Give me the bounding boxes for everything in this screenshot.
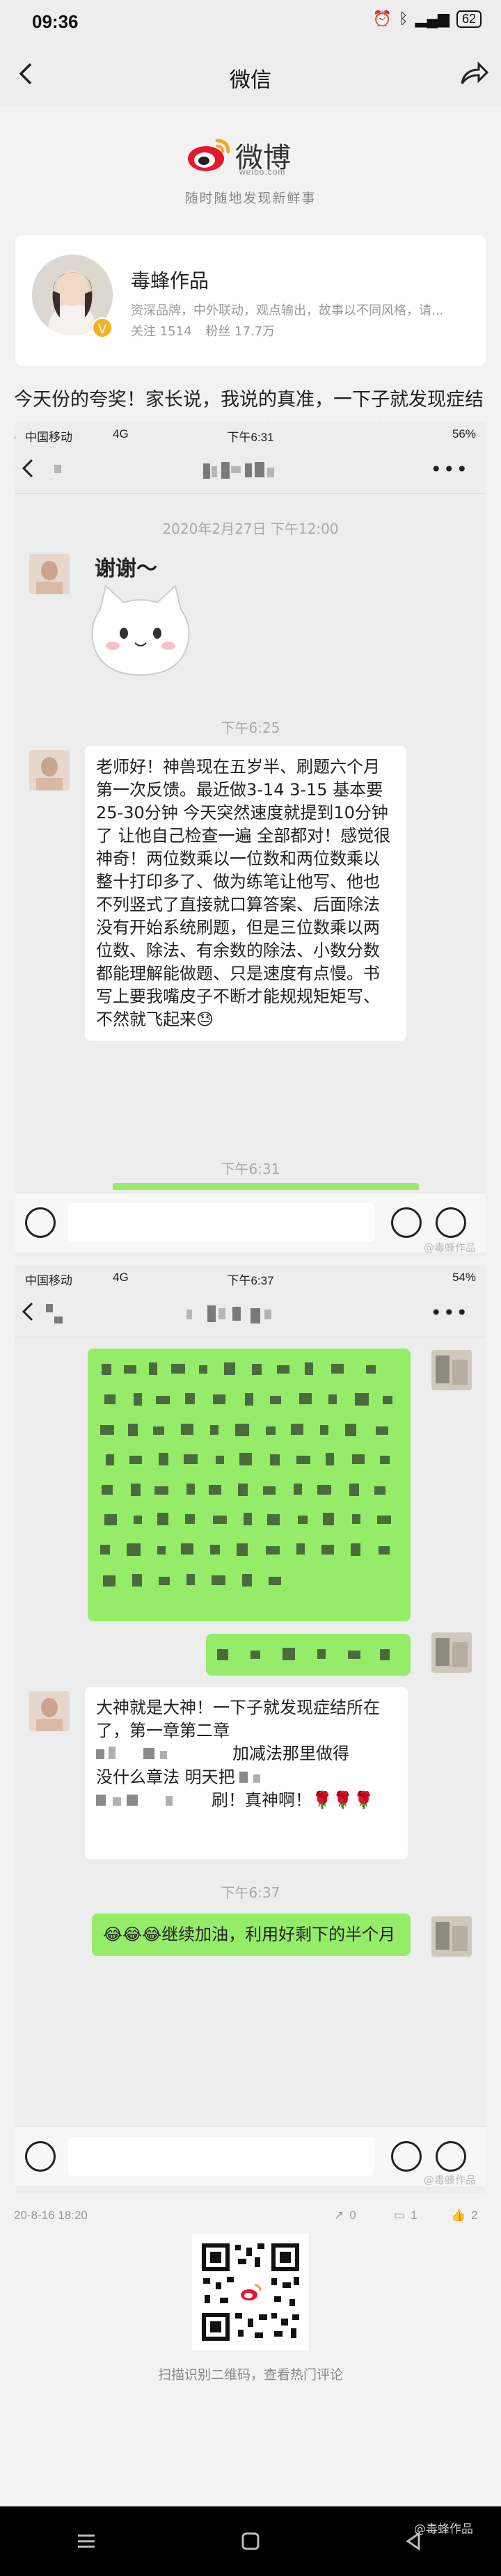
bluetooth-icon: ᛒ bbox=[399, 10, 408, 27]
chat-input-bar bbox=[15, 2126, 486, 2186]
chat-screenshot-1: 中国移动 4G 下午6:31 56% ••• 2020年2月27日 下午12:0… bbox=[15, 422, 486, 1257]
plus-icon[interactable] bbox=[436, 1207, 466, 1238]
emoji-icon[interactable] bbox=[391, 2141, 422, 2172]
chat-screenshot-2: 中国移动 4G 下午6:37 54% ••• 大神就是大神！一下子就发现症结所在… bbox=[15, 1265, 486, 2193]
like-count: 2 bbox=[471, 2209, 478, 2222]
comment-icon: ▭ bbox=[394, 2209, 406, 2222]
signal-icon: ▂▄▆ bbox=[415, 10, 450, 27]
chat-input-field[interactable] bbox=[68, 2137, 374, 2176]
alarm-icon: ⏰ bbox=[372, 10, 392, 27]
post-meta: 20-8-16 18:20 ↗ 0 ▭ 1 👍 2 bbox=[0, 2203, 501, 2231]
comment-count: 1 bbox=[411, 2209, 418, 2222]
qr-code[interactable] bbox=[192, 2234, 309, 2351]
status-time: 09:36 bbox=[32, 11, 79, 32]
post-date: 20-8-16 18:20 bbox=[14, 2209, 88, 2222]
screenshot-status-bar: 中国移动 4G 下午6:37 54% bbox=[15, 1265, 486, 1289]
top-nav: 微信 bbox=[0, 45, 501, 106]
pixelated-green-bubble bbox=[88, 1349, 411, 1621]
verified-badge-icon: V bbox=[92, 317, 113, 338]
chat-input-field[interactable] bbox=[68, 1203, 374, 1242]
status-icons: ⏰ ᛒ ▂▄▆ 62 bbox=[373, 10, 482, 28]
profile-bio: 资深品牌，中外联动，观点输出，故事以不同风格，请... bbox=[131, 303, 444, 318]
chat-message-reply: 😂😂😂继续加油，利用好剩下的半个月 bbox=[92, 1914, 411, 1956]
pixelated-text-line bbox=[217, 1648, 390, 1660]
chat-message-parent: 大神就是大神！一下子就发现症结所在了，第一章第二章 加减法那里做得 没什么章法 … bbox=[85, 1687, 408, 1859]
emoji-icon[interactable] bbox=[391, 1207, 422, 1238]
share-icon[interactable] bbox=[459, 60, 488, 88]
contact-avatar[interactable] bbox=[29, 1691, 70, 1731]
screenshot-status-bar: 中国移动 4G 下午6:31 56% bbox=[15, 422, 486, 445]
screenshot-watermark: @毒蜂作品 bbox=[423, 1241, 476, 1254]
chat-message-parent: 老师好！神兽现在五岁半、刷题六个月第一次反馈。最近做3-14 3-15 基本要2… bbox=[85, 746, 406, 1041]
my-avatar[interactable] bbox=[431, 1632, 472, 1673]
message-line-redacted: 没什么章法 明天把 bbox=[96, 1766, 397, 1789]
weibo-eye-icon bbox=[188, 138, 230, 171]
chat-timestamp: 下午6:31 bbox=[221, 1161, 280, 1177]
chat-timestamp: 下午6:25 bbox=[221, 719, 280, 736]
cat-sticker-icon bbox=[91, 585, 190, 676]
chat-back-icon[interactable] bbox=[21, 1301, 35, 1322]
profile-username[interactable]: 毒蜂作品 bbox=[131, 266, 209, 294]
weibo-domain: weibo.com bbox=[239, 167, 286, 177]
chat-timestamp: 2020年2月27日 下午12:00 bbox=[162, 520, 339, 537]
message-line: 大神就是大神！一下子就发现症结所在了，第一章第二章 bbox=[96, 1698, 380, 1740]
more-options-icon[interactable]: ••• bbox=[430, 1301, 469, 1324]
battery-icon: 62 bbox=[456, 10, 482, 28]
chat-nav: ••• bbox=[15, 445, 486, 494]
chat-input-bar bbox=[15, 1193, 486, 1253]
sticker-text: 谢谢～ bbox=[95, 557, 157, 581]
comment-action[interactable]: ▭ 1 bbox=[394, 2209, 418, 2223]
profile-stats: 关注 1514 粉丝 17.7万 bbox=[131, 321, 275, 340]
profile-follows: 关注 1514 bbox=[131, 324, 192, 339]
menu-key-icon[interactable] bbox=[77, 2531, 96, 2551]
my-avatar[interactable] bbox=[431, 1916, 472, 1957]
screenshot-battery: 54% bbox=[452, 1271, 476, 1284]
voice-icon[interactable] bbox=[25, 2141, 56, 2172]
home-key-icon[interactable] bbox=[241, 2531, 260, 2551]
screenshot-battery: 56% bbox=[452, 427, 476, 440]
contact-avatar[interactable] bbox=[29, 750, 70, 790]
qr-code-icon bbox=[199, 2241, 302, 2344]
chat-back-icon[interactable] bbox=[21, 458, 35, 479]
message-fragment: 刷！真神啊！🌹🌹🌹 bbox=[212, 1790, 374, 1810]
share-count: 0 bbox=[349, 2209, 356, 2222]
message-line-redacted: 刷！真神啊！🌹🌹🌹 bbox=[96, 1789, 397, 1813]
my-avatar[interactable] bbox=[431, 1350, 472, 1390]
pixelated-text-block bbox=[100, 1362, 392, 1587]
like-icon: 👍 bbox=[451, 2209, 466, 2222]
like-action[interactable]: 👍 2 bbox=[451, 2209, 478, 2223]
qr-caption: 扫描识别二维码，查看热门评论 bbox=[157, 2367, 343, 2383]
repost-icon: ↗ bbox=[334, 2209, 344, 2222]
more-options-icon[interactable]: ••• bbox=[430, 458, 469, 481]
voice-icon[interactable] bbox=[25, 1207, 56, 1238]
screenshot-time: 下午6:37 bbox=[227, 1274, 274, 1287]
message-fragment: 加减法那里做得 bbox=[232, 1744, 349, 1763]
profile-card[interactable]: V 毒蜂作品 资深品牌，中外联动，观点输出，故事以不同风格，请... 关注 15… bbox=[15, 235, 486, 366]
pixelated-green-bubble bbox=[206, 1634, 411, 1676]
weibo-slogan: 随时随地发现新鲜事 bbox=[184, 191, 317, 206]
chat-timestamp: 下午6:37 bbox=[221, 1884, 280, 1901]
weibo-logo: 微博 weibo.com bbox=[186, 135, 319, 177]
profile-fans: 粉丝 17.7万 bbox=[205, 324, 276, 339]
share-action[interactable]: ↗ 0 bbox=[334, 2209, 356, 2223]
page-watermark: @毒蜂作品 bbox=[414, 2522, 473, 2536]
system-nav-bar bbox=[0, 2506, 501, 2576]
message-fragment: 没什么章法 明天把 bbox=[96, 1767, 235, 1787]
screenshot-time: 下午6:31 bbox=[227, 431, 274, 444]
green-bubble-partial bbox=[113, 1183, 419, 1190]
screenshot-watermark: @毒蜂作品 bbox=[423, 2174, 476, 2186]
page-title: 微信 bbox=[230, 68, 271, 93]
status-bar: 09:36 ⏰ ᛒ ▂▄▆ 62 bbox=[0, 0, 501, 45]
plus-icon[interactable] bbox=[436, 2141, 466, 2172]
contact-avatar[interactable] bbox=[29, 554, 70, 594]
message-line-redacted: 加减法那里做得 bbox=[96, 1742, 397, 1766]
chat-nav: ••• bbox=[15, 1289, 486, 1337]
thank-you-sticker: 谢谢～ bbox=[85, 547, 196, 686]
